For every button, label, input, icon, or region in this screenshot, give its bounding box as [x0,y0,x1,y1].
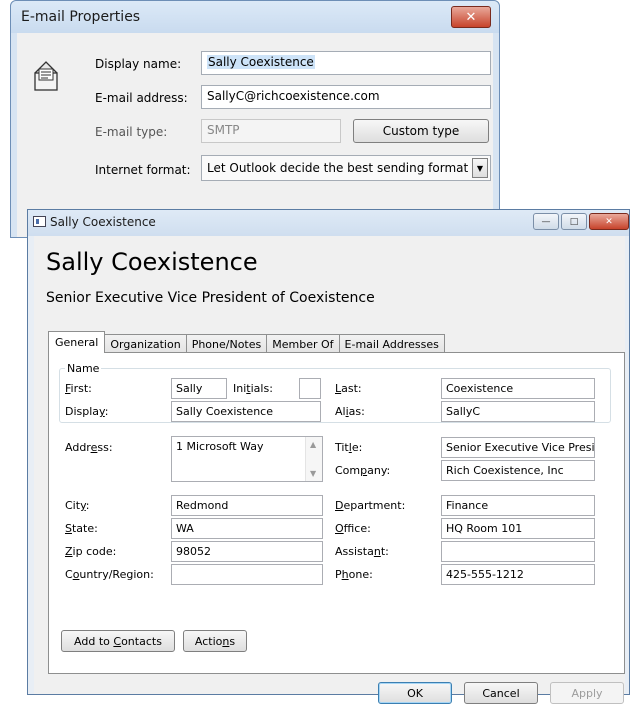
last-name-label: Last: [335,382,362,395]
maximize-icon: □ [569,216,579,227]
tab-strip: General Organization Phone/Notes Member … [48,331,445,353]
state-field[interactable]: WA [171,518,323,539]
address-scrollbar[interactable]: ▲ ▼ [305,437,322,481]
minimize-icon: — [541,216,551,227]
tab-general[interactable]: General [48,331,106,353]
email-dialog-body: Display name: Sally Coexistence E-mail a… [17,33,493,237]
close-icon: ✕ [465,9,477,25]
assistant-field[interactable] [441,541,595,562]
email-type-field: SMTP [201,119,341,143]
add-to-contacts-button[interactable]: Add to Contacts [61,630,175,652]
ok-button[interactable]: OK [378,682,452,704]
contact-properties-window: Sally Coexistence — □ ✕ Sally Coexistenc… [27,209,630,704]
display-field[interactable]: Sally Coexistence [171,401,321,422]
address-textarea[interactable]: 1 Microsoft Way ▲ ▼ [171,436,323,482]
display-name-label: Display name: [95,57,182,71]
internet-format-value: Let Outlook decide the best sending form… [207,161,469,175]
initials-field[interactable] [299,378,321,399]
first-name-field[interactable]: Sally [171,378,227,399]
email-dialog-close-button[interactable]: ✕ [451,6,491,28]
close-icon: ✕ [605,216,613,227]
internet-format-select[interactable]: Let Outlook decide the best sending form… [201,155,491,181]
email-document-icon [34,61,58,91]
contact-window-close-button[interactable]: ✕ [589,213,629,230]
tab-organization[interactable]: Organization [104,334,187,353]
city-field[interactable]: Redmond [171,495,323,516]
city-label: City: [65,499,90,512]
zip-code-field[interactable]: 98052 [171,541,323,562]
office-field[interactable]: HQ Room 101 [441,518,595,539]
internet-format-label: Internet format: [95,163,191,177]
address-value: 1 Microsoft Way [176,440,264,453]
company-label: Company: [335,464,391,477]
scroll-up-icon[interactable]: ▲ [310,440,316,449]
display-label: Display: [65,405,109,418]
contact-window-title: Sally Coexistence [50,215,156,229]
department-field[interactable]: Finance [441,495,595,516]
actions-button[interactable]: Actio n s [183,630,247,652]
alias-field[interactable]: SallyC [441,401,595,422]
phone-field[interactable]: 425-555-1212 [441,564,595,585]
office-label: Office: [335,522,371,535]
company-field[interactable]: Rich Coexistence, Inc [441,460,595,481]
general-tab-panel: Name First: Sally Initials: Last: Coexis… [48,352,625,674]
tab-email-addresses[interactable]: E-mail Addresses [338,334,445,353]
first-name-label: First: [65,382,92,395]
initials-label: Initials: [233,382,273,395]
email-properties-dialog: E-mail Properties ✕ Display name: Sally … [10,0,500,238]
country-region-field[interactable] [171,564,323,585]
email-address-field[interactable]: SallyC@richcoexistence.com [201,85,491,109]
department-label: Department: [335,499,406,512]
apply-button[interactable]: Apply [550,682,624,704]
alias-label: Alias: [335,405,365,418]
contact-header-title: Senior Executive Vice President of Coexi… [46,290,375,306]
custom-type-button[interactable]: Custom type [353,119,489,143]
contact-window-titlebar[interactable]: Sally Coexistence — □ ✕ [28,210,629,236]
state-label: State: [65,522,98,535]
email-dialog-titlebar[interactable]: E-mail Properties [11,1,499,33]
cancel-button[interactable]: Cancel [464,682,538,704]
title-field[interactable]: Senior Executive Vice President of Coexi… [441,437,595,458]
phone-label: Phone: [335,568,373,581]
scroll-down-icon[interactable]: ▼ [310,469,316,478]
country-region-label: Country/Region: [65,568,154,581]
contact-card-icon [33,216,46,227]
title-label: Title: [335,441,363,454]
email-address-label: E-mail address: [95,91,188,105]
maximize-button[interactable]: □ [561,213,587,230]
minimize-button[interactable]: — [533,213,559,230]
name-group-label: Name [65,362,102,375]
tab-phone-notes[interactable]: Phone/Notes [185,334,268,353]
display-name-value: Sally Coexistence [207,55,315,69]
email-dialog-title: E-mail Properties [21,9,141,25]
display-name-field[interactable]: Sally Coexistence [201,51,491,75]
zip-code-label: Zip code: [65,545,117,558]
chevron-down-icon[interactable]: ▼ [472,158,488,178]
assistant-label: Assistant: [335,545,389,558]
contact-header-name: Sally Coexistence [46,248,258,276]
contact-window-body: Sally Coexistence Senior Executive Vice … [34,236,625,704]
address-label: Address: [65,441,113,454]
tab-member-of[interactable]: Member Of [266,334,340,353]
email-type-label: E-mail type: [95,125,168,139]
last-name-field[interactable]: Coexistence [441,378,595,399]
